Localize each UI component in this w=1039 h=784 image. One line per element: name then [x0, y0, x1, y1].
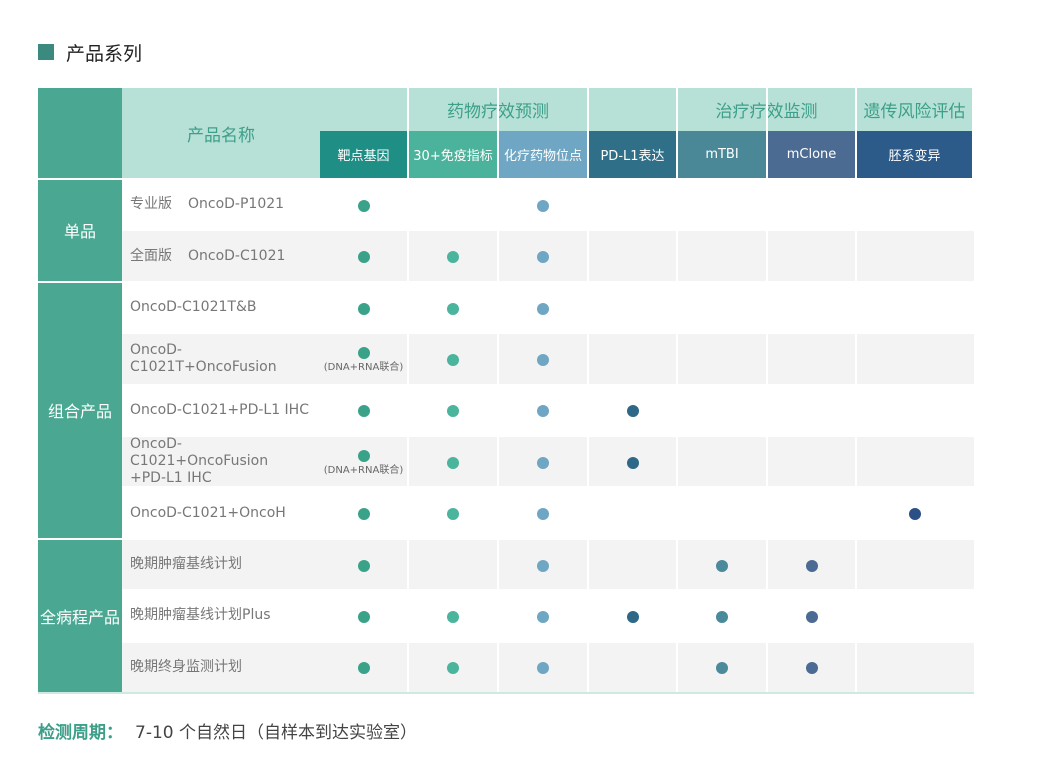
- column-divider: [676, 88, 678, 692]
- coverage-dot: [537, 353, 549, 366]
- product-name-cell: OncoD-C1021+OncoH: [122, 488, 320, 537]
- coverage-dot: [716, 559, 728, 572]
- coverage-dot: [537, 456, 549, 469]
- group-label: 组合产品: [38, 282, 122, 538]
- dot-note: (DNA+RNA联合): [323, 464, 404, 476]
- product-name: OncoD-C1021T&B: [130, 298, 257, 315]
- coverage-dot: [357, 199, 370, 212]
- coverage-dot: [716, 610, 728, 623]
- table-bottom-border: [38, 692, 974, 694]
- column-header: 靶点基因: [320, 131, 407, 178]
- product-name-cell: 晚期终身监测计划: [122, 643, 320, 692]
- column-divider: [407, 88, 409, 692]
- category-header: 遗传风险评估: [857, 88, 972, 131]
- coverage-dot: [537, 251, 549, 264]
- coverage-dot: [357, 302, 370, 315]
- column-divider: [587, 88, 589, 692]
- product-name-cell: OncoD-C1021+PD-L1 IHC: [122, 386, 320, 435]
- footer-detection-period: 检测周期： 7-10 个自然日（自样本到达实验室）: [38, 718, 417, 743]
- product-name: 晚期肿瘤基线计划: [130, 555, 242, 572]
- coverage-dot: [447, 456, 459, 469]
- product-name: OncoD-C1021+OncoFusion +PD-L1 IHC: [130, 436, 269, 487]
- coverage-dot: [805, 610, 818, 623]
- product-name: OncoD-C1021+OncoH: [130, 504, 286, 521]
- product-version-label: 专业版: [130, 196, 172, 213]
- column-divider: [766, 88, 768, 692]
- product-name: 晚期肿瘤基线计划Plus: [130, 607, 271, 624]
- product-name: OncoD-P1021: [188, 196, 285, 213]
- coverage-dot: [447, 353, 459, 366]
- coverage-dot: [357, 508, 370, 521]
- coverage-dot: [908, 508, 921, 521]
- column-divider: [855, 88, 857, 692]
- coverage-dot: [537, 610, 549, 623]
- product-name-cell: OncoD-C1021T&B: [122, 283, 320, 332]
- coverage-dot: [357, 662, 370, 675]
- column-header: 化疗药物位点: [499, 131, 587, 178]
- coverage-dot: [626, 456, 639, 469]
- product-name-header: 产品名称: [122, 88, 320, 178]
- section-title: 产品系列: [66, 42, 143, 65]
- column-divider: [497, 88, 499, 692]
- product-name: OncoD-C1021: [188, 247, 286, 264]
- coverage-dot: [357, 405, 370, 418]
- coverage-dot: [805, 559, 818, 572]
- column-header: 胚系变异: [857, 131, 972, 178]
- section-header: 产品系列: [38, 40, 143, 65]
- product-name-cell: 晚期肿瘤基线计划Plus: [122, 591, 320, 640]
- product-version-label: 全面版: [130, 247, 172, 264]
- group-header-corner: [38, 88, 122, 178]
- coverage-dot: [626, 610, 639, 623]
- product-name-cell: OncoD-C1021+OncoFusion +PD-L1 IHC: [122, 436, 320, 487]
- product-name: 晚期终身监测计划: [130, 658, 242, 675]
- coverage-dot: [805, 662, 818, 675]
- coverage-dot: [357, 251, 370, 264]
- product-name-cell: OncoD-C1021T+OncoFusion: [122, 334, 320, 383]
- coverage-dot: [357, 610, 370, 623]
- column-header: 30+免疫指标: [409, 131, 497, 178]
- product-name-cell: 全面版 OncoD-C1021: [122, 231, 320, 280]
- coverage-dot: [537, 199, 549, 212]
- coverage-dot: [537, 559, 549, 572]
- coverage-dot: [447, 508, 459, 521]
- product-name-cell: 晚期肿瘤基线计划: [122, 540, 320, 589]
- section-marker-icon: [38, 44, 54, 60]
- detection-period-label: 检测周期：: [38, 723, 123, 743]
- detection-period-value: 7-10 个自然日（自样本到达实验室）: [135, 723, 417, 743]
- product-name: OncoD-C1021T+OncoFusion: [130, 341, 277, 375]
- dot-note: (DNA+RNA联合): [323, 361, 404, 373]
- group-label: 全病程产品: [38, 539, 122, 692]
- coverage-dot: [357, 559, 370, 572]
- product-name: OncoD-C1021+PD-L1 IHC: [130, 401, 309, 418]
- coverage-dot: [447, 251, 459, 264]
- coverage-dot: [537, 302, 549, 315]
- coverage-dot: [537, 508, 549, 521]
- coverage-dot: [447, 610, 459, 623]
- column-header: PD-L1表达: [589, 131, 676, 178]
- column-header: mClone: [768, 131, 855, 178]
- coverage-dot: [447, 302, 459, 315]
- product-name-cell: 专业版 OncoD-P1021: [122, 180, 320, 229]
- coverage-dot: [626, 405, 639, 418]
- product-table: 产品名称药物疗效预测治疗疗效监测遗传风险评估靶点基因30+免疫指标化疗药物位点P…: [38, 88, 974, 694]
- group-label: 单品: [38, 180, 122, 281]
- column-header: mTBI: [678, 131, 766, 178]
